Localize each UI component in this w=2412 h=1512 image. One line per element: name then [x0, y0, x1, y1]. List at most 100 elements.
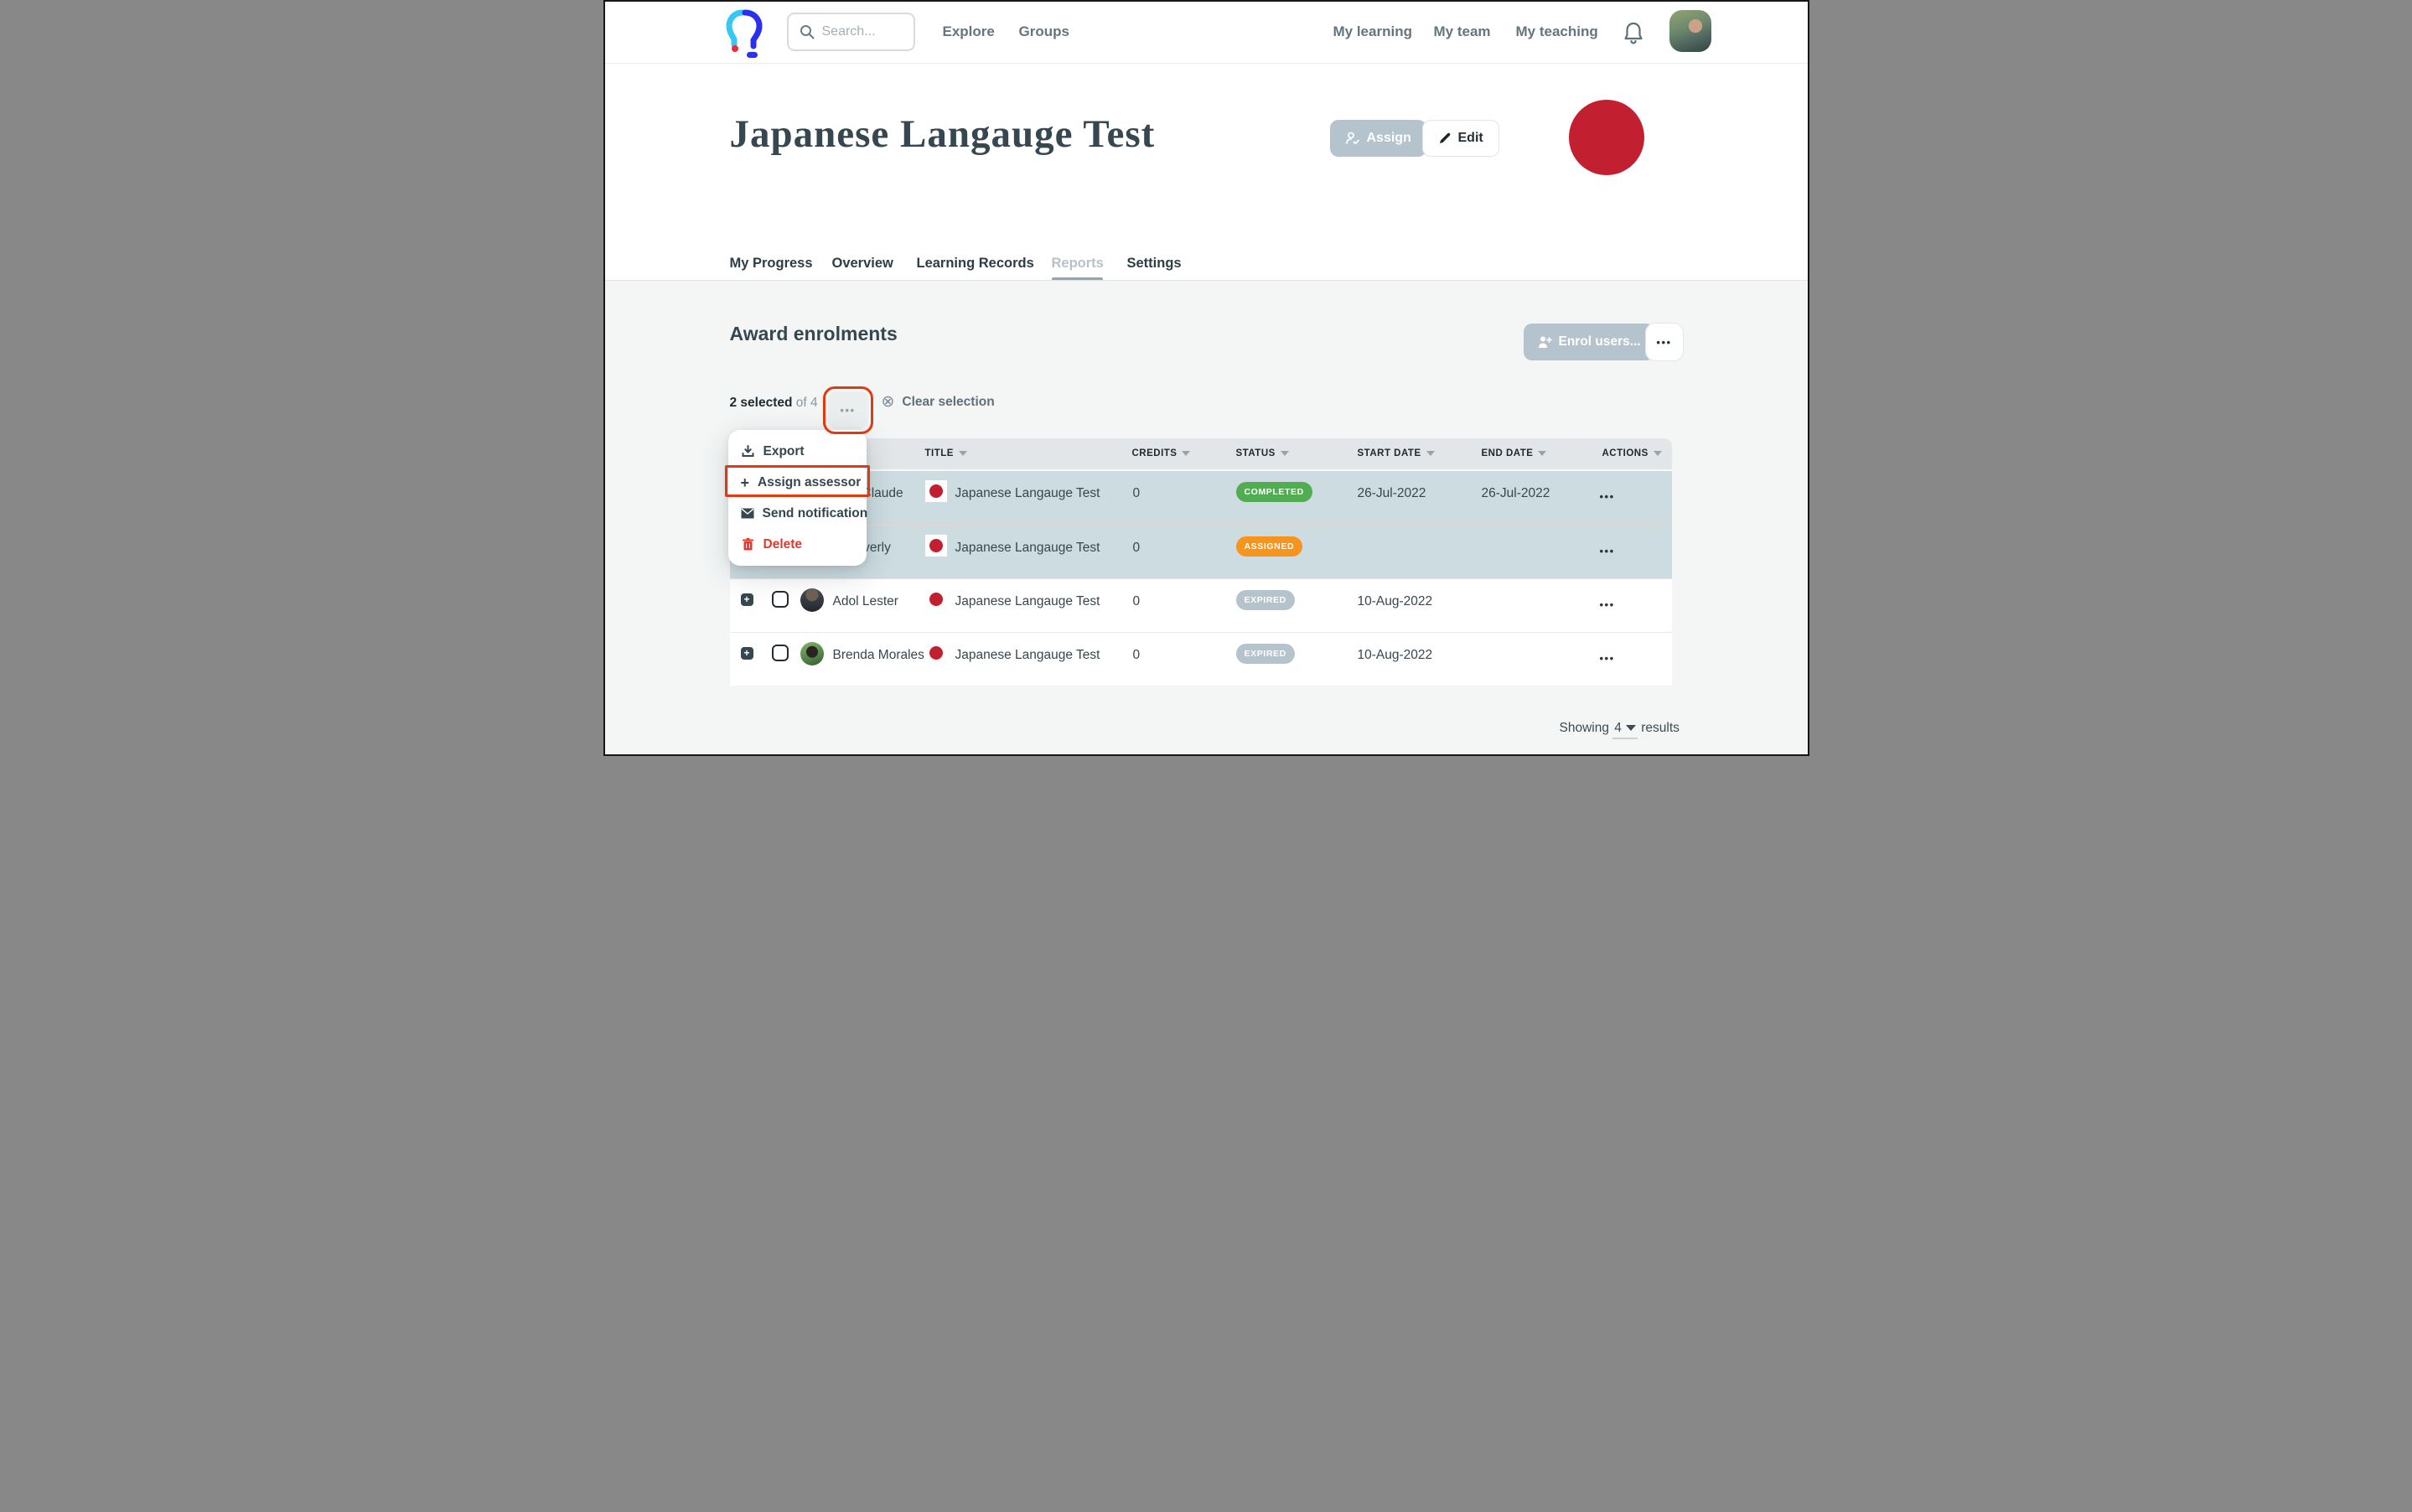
- award-title[interactable]: Japanese Langauge Test: [955, 541, 1100, 556]
- nav-groups[interactable]: Groups: [1019, 23, 1069, 40]
- award-title[interactable]: Japanese Langauge Test: [955, 648, 1100, 663]
- assign-button-label: Assign: [1367, 131, 1411, 146]
- learner-avatar: [800, 588, 824, 612]
- assign-button[interactable]: Assign: [1330, 120, 1426, 157]
- table-row: + everly Japanese Langauge Test 0 ASSIGN…: [730, 525, 1672, 578]
- search-icon: [800, 24, 815, 39]
- row-checkbox[interactable]: [772, 645, 789, 661]
- page-title: Japanese Langauge Test: [730, 111, 1156, 157]
- menu-item-send-notification[interactable]: Send notification: [728, 498, 867, 529]
- row-actions-button[interactable]: •••: [1600, 599, 1615, 610]
- japan-flag-icon: [925, 642, 947, 664]
- column-header-start-date[interactable]: START DATE: [1358, 438, 1435, 469]
- lightbulb-logo-icon[interactable]: [725, 6, 763, 60]
- credits-value: 0: [1133, 541, 1141, 556]
- hero-section: Japanese Langauge Test Assign Edit My Pr…: [605, 64, 1808, 281]
- pencil-icon: [1438, 132, 1452, 145]
- edit-button[interactable]: Edit: [1422, 120, 1499, 157]
- menu-item-delete[interactable]: Delete: [728, 529, 867, 560]
- results-label: results: [1641, 721, 1680, 735]
- column-header-title[interactable]: TITLE: [925, 438, 967, 469]
- menu-item-label: Send notification: [763, 506, 868, 521]
- notifications-bell-icon[interactable]: [1623, 21, 1643, 46]
- ellipsis-icon: •••: [840, 405, 855, 416]
- envelope-icon: [741, 508, 754, 519]
- results-count-dropdown[interactable]: 4: [1612, 721, 1638, 739]
- start-date: 10-Aug-2022: [1358, 594, 1433, 609]
- tab-settings[interactable]: Settings: [1127, 256, 1182, 272]
- credits-value: 0: [1133, 486, 1141, 501]
- column-header-end-date[interactable]: END DATE: [1482, 438, 1547, 469]
- row-checkbox[interactable]: [772, 591, 789, 608]
- award-title[interactable]: Japanese Langauge Test: [955, 594, 1100, 609]
- japan-flag-icon: [925, 480, 947, 502]
- credits-value: 0: [1133, 594, 1141, 609]
- table-row: + Adol Lester Japanese Langauge Test 0 E…: [730, 578, 1672, 632]
- search-input[interactable]: [822, 24, 902, 39]
- page-more-actions-button[interactable]: •••: [1645, 323, 1684, 361]
- expand-row-icon[interactable]: +: [741, 593, 753, 606]
- learner-avatar: [800, 642, 824, 665]
- tab-my-progress[interactable]: My Progress: [730, 256, 813, 272]
- row-actions-button[interactable]: •••: [1600, 491, 1615, 502]
- edit-button-label: Edit: [1458, 131, 1483, 146]
- section-heading: Award enrolments: [730, 323, 898, 345]
- table-header-row: NAME TITLE CREDITS STATUS START DATE END…: [730, 438, 1672, 471]
- status-badge: EXPIRED: [1236, 644, 1295, 664]
- menu-item-label: Delete: [763, 537, 803, 552]
- credits-value: 0: [1133, 648, 1141, 663]
- start-date: 10-Aug-2022: [1358, 648, 1433, 663]
- column-header-actions[interactable]: ACTIONS: [1602, 438, 1662, 469]
- ellipsis-icon: •••: [1656, 337, 1671, 348]
- status-badge: EXPIRED: [1236, 590, 1295, 610]
- enrolments-table: NAME TITLE CREDITS STATUS START DATE END…: [730, 438, 1672, 686]
- selection-actions-button[interactable]: •••: [828, 391, 868, 429]
- tab-overview[interactable]: Overview: [832, 256, 893, 272]
- showing-label: Showing: [1560, 721, 1609, 735]
- japan-flag-icon: [925, 588, 947, 610]
- status-badge: COMPLETED: [1236, 482, 1312, 502]
- row-actions-button[interactable]: •••: [1600, 653, 1615, 664]
- reports-content: Award enrolments Enrol users... ••• 2 se…: [605, 281, 1808, 756]
- top-navbar: Explore Groups My learning My team My te…: [605, 2, 1808, 64]
- learner-name: Adol Lester: [833, 594, 898, 609]
- app-window: Explore Groups My learning My team My te…: [603, 0, 1809, 756]
- column-header-credits[interactable]: CREDITS: [1132, 438, 1191, 469]
- user-avatar[interactable]: [1669, 10, 1711, 52]
- award-title[interactable]: Japanese Langauge Test: [955, 486, 1100, 501]
- trash-icon: [741, 538, 755, 551]
- column-header-status[interactable]: STATUS: [1236, 438, 1289, 469]
- expand-row-icon[interactable]: +: [741, 647, 753, 660]
- menu-item-label: Assign assessor: [758, 475, 861, 490]
- plus-icon: +: [741, 475, 750, 490]
- tab-learning-records[interactable]: Learning Records: [917, 256, 1034, 272]
- start-date: 26-Jul-2022: [1358, 486, 1426, 501]
- learner-name: Claude: [862, 486, 903, 501]
- table-row: + Claude Japanese Langauge Test 0 COMPLE…: [730, 471, 1672, 525]
- nav-my-learning[interactable]: My learning: [1333, 23, 1412, 40]
- japan-flag-icon: [925, 535, 947, 557]
- nav-my-teaching[interactable]: My teaching: [1516, 23, 1598, 40]
- selection-count: 2 selected of 4: [730, 396, 818, 411]
- nav-my-team[interactable]: My team: [1434, 23, 1491, 40]
- person-check-icon: [1345, 132, 1360, 145]
- award-image-japan-flag: [1569, 100, 1644, 175]
- clear-selection[interactable]: ⊗ Clear selection: [882, 394, 995, 410]
- search-box[interactable]: [787, 13, 915, 51]
- download-icon: [741, 445, 755, 458]
- menu-item-assign-assessor[interactable]: + Assign assessor: [728, 467, 867, 498]
- enrol-users-button[interactable]: Enrol users...: [1524, 324, 1654, 360]
- clear-selection-label: Clear selection: [902, 395, 994, 410]
- table-row: + Brenda Morales Japanese Langauge Test …: [730, 632, 1672, 686]
- learner-name: Brenda Morales: [833, 648, 924, 663]
- tab-reports[interactable]: Reports: [1052, 256, 1104, 272]
- person-plus-icon: [1537, 335, 1552, 349]
- clear-circle-x-icon: ⊗: [882, 394, 895, 410]
- row-actions-button[interactable]: •••: [1600, 546, 1615, 557]
- enrol-users-label: Enrol users...: [1559, 334, 1641, 350]
- menu-item-export[interactable]: Export: [728, 436, 867, 467]
- status-badge: ASSIGNED: [1236, 536, 1303, 557]
- menu-item-label: Export: [763, 444, 805, 459]
- selection-actions-menu: Export + Assign assessor Send notificati…: [728, 430, 867, 566]
- nav-explore[interactable]: Explore: [943, 23, 995, 40]
